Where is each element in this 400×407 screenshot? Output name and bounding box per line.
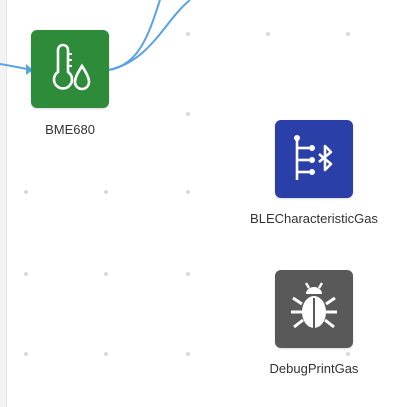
node-bme680[interactable] — [31, 30, 109, 108]
node-label-bme680: BME680 — [45, 122, 95, 137]
node-label-debug-print-gas: DebugPrintGas — [269, 361, 359, 376]
thermometer-drop-icon — [52, 43, 91, 91]
flow-canvas[interactable]: BME680 BLECharacteristicGas DebugPrintGa… — [0, 0, 400, 407]
bug-icon — [291, 282, 337, 329]
node-label-ble-characteristic-gas: BLECharacteristicGas — [250, 211, 378, 226]
node-ble-characteristic-gas[interactable] — [275, 120, 353, 198]
bluetooth-le-tree-icon — [294, 135, 333, 180]
output-wire[interactable] — [107, 0, 191, 71]
node-debug-print-gas[interactable] — [275, 270, 353, 348]
